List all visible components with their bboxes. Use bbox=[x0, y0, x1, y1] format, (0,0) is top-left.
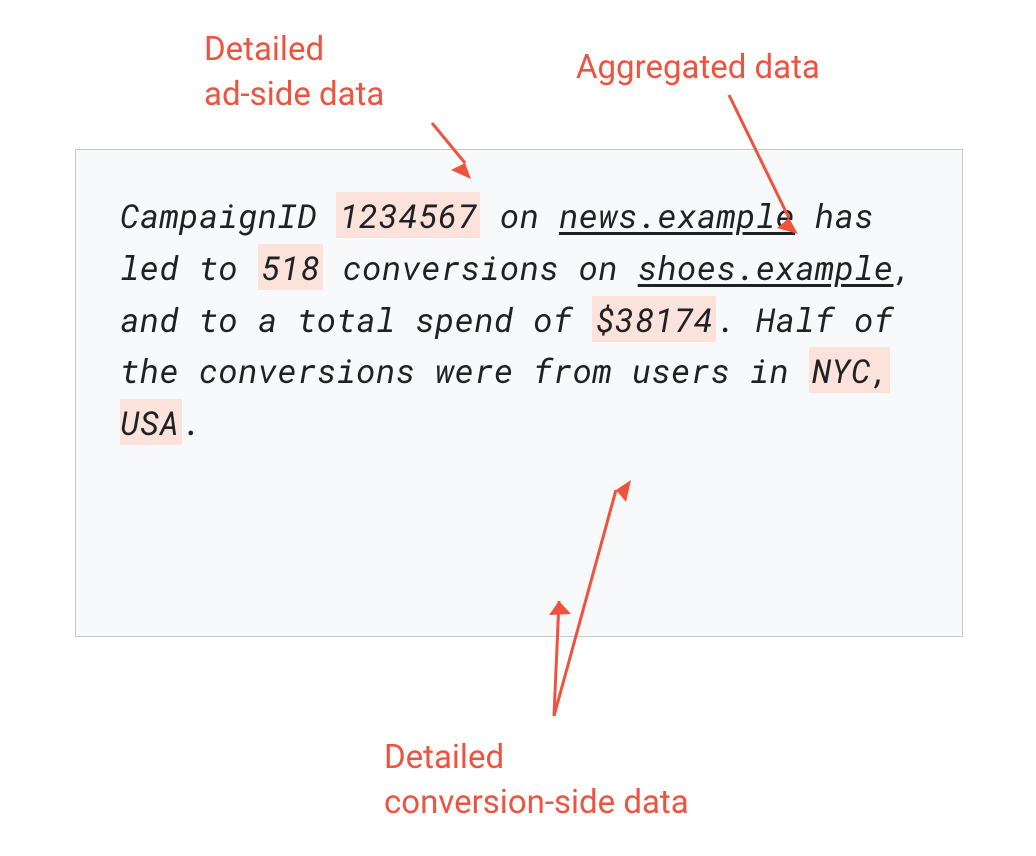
arrow-conversion-side bbox=[0, 0, 1036, 856]
diagram-container: Detailedad-side data Aggregated data Det… bbox=[0, 0, 1036, 856]
